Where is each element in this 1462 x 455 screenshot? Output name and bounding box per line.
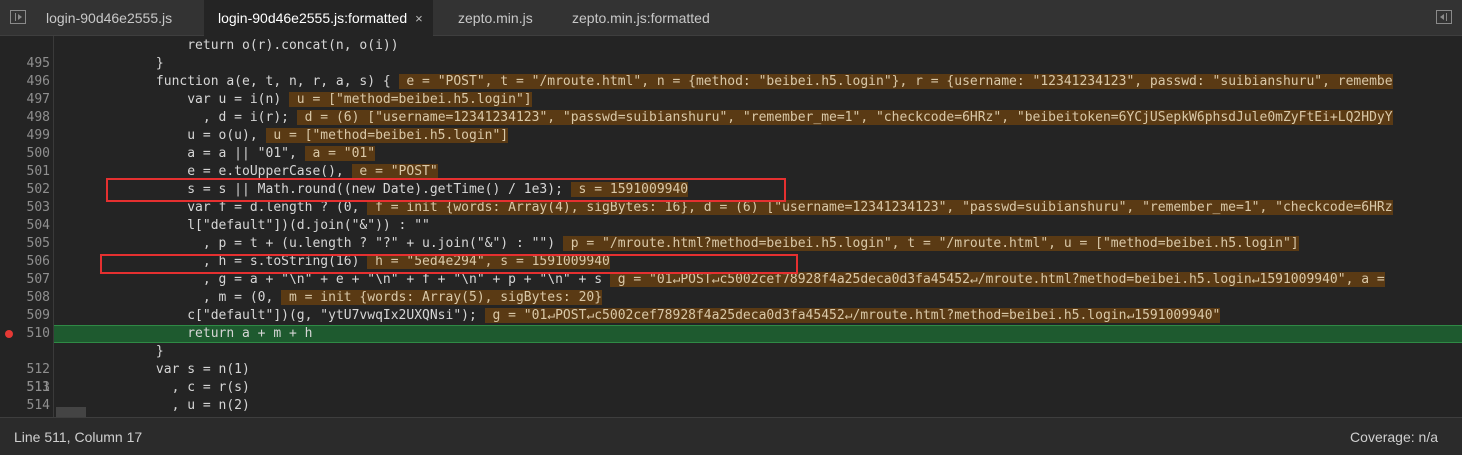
code-text: u = o(u), u = ["method=beibei.h5.login"] — [62, 128, 509, 143]
code-text: var s = n(1) — [62, 362, 250, 377]
tab-zepto-js[interactable]: zepto.min.js — [446, 0, 545, 36]
code-text: , d = i(r); d = (6) ["username=123412341… — [62, 110, 1393, 125]
code-text: l["default"])(d.join("&")) : "" — [62, 218, 430, 233]
editor-tab-bar: login-90d46e2555.js login-90d46e2555.js:… — [0, 0, 1462, 36]
code-text: } — [62, 56, 164, 71]
code-line[interactable]: 495 return o(r).concat(n, o(i)) — [0, 37, 1462, 71]
toggle-debugger-icon[interactable] — [1436, 10, 1452, 24]
code-line[interactable]: 498 var u = i(n) u = ["method=beibei.h5.… — [0, 91, 1462, 125]
tab-zepto-js-formatted[interactable]: zepto.min.js:formatted — [560, 0, 722, 36]
code-line[interactable]: 505 l["default"])(d.join("&")) : "" — [0, 217, 1462, 251]
inline-value: m = init {words: Array(5), sigBytes: 20} — [281, 290, 603, 305]
tab-label: login-90d46e2555.js — [46, 10, 173, 26]
code-line[interactable]: 500 u = o(u), u = ["method=beibei.h5.log… — [0, 127, 1462, 161]
code-line[interactable]: 514 , c = r(s) — [0, 379, 1462, 413]
inline-value: a = "01" — [304, 146, 376, 161]
cursor-position: Line 511, Column 17 — [14, 429, 143, 445]
tab-label: zepto.min.js:formatted — [572, 10, 710, 26]
tab-login-js-formatted[interactable]: login-90d46e2555.js:formatted × — [204, 0, 433, 36]
status-bar: Line 511, Column 17 Coverage: n/a — [0, 417, 1462, 455]
inline-value: u = ["method=beibei.h5.login"] — [288, 92, 532, 107]
code-line[interactable]: 513 var s = n(1) — [0, 361, 1462, 395]
code-line[interactable]: 501 a = a || "01", a = "01" — [0, 145, 1462, 179]
inline-value: p = "/mroute.html?method=beibei.h5.login… — [562, 236, 1299, 251]
code-line[interactable]: 496 } — [0, 55, 1462, 89]
annotation-box-hex-timestamp — [100, 254, 798, 274]
code-text: a = a || "01", a = "01" — [62, 146, 376, 161]
code-text: , c = r(s) — [62, 380, 250, 395]
toggle-navigator-icon[interactable] — [10, 10, 26, 24]
inline-value: g = "01↵POST↵c5002cef78928f4a25deca0d3fa… — [609, 272, 1385, 287]
code-text: , p = t + (u.length ? "?" + u.join("&") … — [62, 236, 1299, 251]
code-text: return o(r).concat(n, o(i)) — [62, 38, 399, 53]
code-text: return a + m + h — [62, 326, 313, 341]
code-line[interactable]: 499 , d = i(r); d = (6) ["username=12341… — [0, 109, 1462, 143]
code-text: function a(e, t, n, r, a, s) { e = "POST… — [62, 74, 1393, 89]
code-text: var u = i(n) u = ["method=beibei.h5.logi… — [62, 92, 532, 107]
code-line[interactable]: 512 } — [0, 343, 1462, 377]
code-line[interactable]: 510 c["default"])(g, "ytU7vwqIx2UXQNsi")… — [0, 307, 1462, 341]
code-line[interactable]: 509 , m = (0, m = init {words: Array(5),… — [0, 289, 1462, 323]
breakpoint-icon[interactable] — [5, 330, 13, 338]
source-editor[interactable]: 495 return o(r).concat(n, o(i)) 496 } 49… — [0, 36, 1462, 417]
horizontal-scrollbar[interactable] — [56, 407, 86, 417]
inline-value: u = ["method=beibei.h5.login"] — [265, 128, 509, 143]
code-text: } — [62, 344, 164, 359]
code-text: c["default"])(g, "ytU7vwqIx2UXQNsi"); g … — [62, 308, 1221, 323]
code-text: , m = (0, m = init {words: Array(5), sig… — [62, 290, 603, 305]
code-line[interactable]: 506 , p = t + (u.length ? "?" + u.join("… — [0, 235, 1462, 269]
close-tab-icon[interactable]: × — [415, 11, 423, 26]
inline-value: g = "01↵POST↵c5002cef78928f4a25deca0d3fa… — [484, 308, 1221, 323]
current-execution-line[interactable]: 511 return a + m + h — [0, 325, 1462, 395]
tab-label: login-90d46e2555.js:formatted — [218, 10, 408, 26]
tab-login-js[interactable]: login-90d46e2555.js — [34, 0, 184, 36]
code-text: , u = n(2) — [62, 398, 250, 413]
coverage-status[interactable]: Coverage: n/a — [1350, 429, 1438, 445]
tab-label: zepto.min.js — [458, 10, 533, 26]
inline-value: f = init {words: Array(4), sigBytes: 16}… — [367, 200, 1393, 215]
inline-value: e = "POST" — [351, 164, 438, 179]
inline-value: d = (6) ["username=12341234123", "passwd… — [296, 110, 1393, 125]
code-line[interactable]: 497 function a(e, t, n, r, a, s) { e = "… — [0, 73, 1462, 107]
inline-value: e = "POST", t = "/mroute.html", n = {met… — [398, 74, 1393, 89]
annotation-box-timestamp — [106, 178, 786, 202]
code-line[interactable]: 515 , u = n(2) — [0, 397, 1462, 417]
